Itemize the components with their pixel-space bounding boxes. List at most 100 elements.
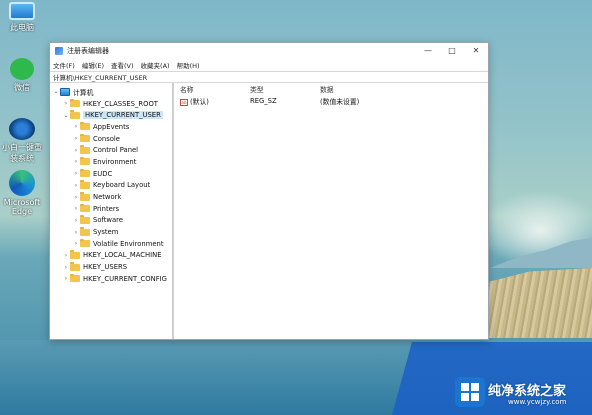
tree-node-label: Environment (93, 157, 137, 166)
folder-icon (80, 121, 90, 131)
desktop-icon-label: 此电脑 (10, 23, 34, 32)
chevron-right-icon[interactable]: › (62, 252, 70, 259)
chevron-right-icon[interactable]: › (72, 240, 80, 247)
edge-icon (9, 170, 35, 196)
folder-icon (70, 98, 80, 108)
folder-icon (70, 250, 80, 259)
desktop-icon-edge[interactable]: Microsoft Edge (0, 170, 44, 216)
chevron-right-icon[interactable]: › (72, 147, 80, 154)
address-bar[interactable]: 计算机\HKEY_CURRENT_USER (50, 71, 488, 83)
chevron-right-icon[interactable]: › (72, 217, 80, 224)
chevron-right-icon[interactable]: › (72, 182, 80, 189)
tree-node[interactable]: › Volatile Environment (50, 238, 172, 250)
menu-help[interactable]: 帮助(H) (177, 60, 200, 70)
background-grass (488, 268, 592, 338)
values-header: 名称 类型 数据 (174, 83, 488, 95)
computer-icon (60, 87, 70, 96)
maximize-button[interactable]: □ (440, 43, 464, 58)
tree-node-label: Printers (93, 204, 120, 213)
value-data: (数值未设置) (320, 98, 360, 106)
tree-node[interactable]: › Software (50, 215, 172, 227)
tree-node-label: Keyboard Layout (93, 181, 151, 190)
tree-node[interactable]: › HKEY_CLASSES_ROOT (50, 98, 172, 110)
chevron-right-icon[interactable]: › (72, 158, 80, 165)
tree-node[interactable]: › Environment (50, 156, 172, 168)
folder-icon (80, 192, 90, 201)
chevron-right-icon[interactable]: › (72, 205, 80, 212)
tree-node-label: HKEY_USERS (83, 263, 128, 272)
menu-file[interactable]: 文件(F) (53, 60, 75, 70)
desktop-icon-this-pc[interactable]: 此电脑 (2, 2, 42, 33)
values-pane: 名称 类型 数据 ab (默认) REG_SZ (数值未设置) (174, 83, 488, 339)
tree-node-label: HKEY_LOCAL_MACHINE (83, 251, 162, 260)
desktop-icon-wechat[interactable]: 微信 (2, 58, 42, 93)
chevron-right-icon[interactable]: › (72, 135, 80, 142)
column-header-type[interactable]: 类型 (250, 84, 320, 94)
chevron-right-icon[interactable]: › (72, 229, 80, 236)
tree-node[interactable]: › HKEY_LOCAL_MACHINE (50, 250, 172, 262)
tree-node[interactable]: › EUDC (50, 168, 172, 180)
chevron-right-icon[interactable]: › (72, 194, 80, 201)
folder-icon (80, 133, 90, 143)
menu-view[interactable]: 查看(V) (111, 60, 134, 70)
value-name-cell: ab (默认) (180, 96, 250, 106)
folder-icon (80, 145, 90, 154)
tree-node[interactable]: ⌄ 计算机 (50, 86, 172, 98)
watermark-logo-icon (455, 377, 485, 407)
tree-node-label: Control Panel (93, 146, 139, 155)
tree-node[interactable]: › Keyboard Layout (50, 180, 172, 192)
chevron-right-icon[interactable]: › (62, 100, 70, 107)
minimize-button[interactable]: — (416, 43, 440, 58)
tree-node-label: Console (93, 134, 120, 143)
folder-icon (70, 262, 80, 271)
folder-icon (80, 238, 90, 248)
folder-icon (80, 168, 90, 178)
folder-icon (80, 156, 90, 166)
menu-edit[interactable]: 编辑(E) (82, 60, 104, 70)
tree-node[interactable]: › Control Panel (50, 144, 172, 156)
folder-icon (80, 203, 90, 213)
tree-node-label: Network (93, 193, 122, 202)
tree-node-label: HKEY_CLASSES_ROOT (83, 99, 158, 108)
column-header-data[interactable]: 数据 (320, 84, 488, 94)
chevron-right-icon[interactable]: › (72, 123, 80, 130)
desktop-icon-label: 微信 (14, 83, 30, 92)
tree-node-label: System (93, 228, 119, 237)
chevron-right-icon[interactable]: › (62, 275, 70, 282)
tree-node-label: EUDC (93, 169, 113, 178)
folder-icon (80, 180, 90, 189)
menu-favorites[interactable]: 收藏夹(A) (141, 60, 170, 70)
tree-node[interactable]: › System (50, 226, 172, 238)
tree-node-label: 计算机 (73, 88, 94, 97)
chevron-right-icon[interactable]: › (62, 264, 70, 271)
reinstall-app-icon (9, 118, 35, 140)
chevron-down-icon[interactable]: ⌄ (62, 112, 70, 119)
address-path[interactable]: 计算机\HKEY_CURRENT_USER (53, 72, 147, 82)
menu-bar: 文件(F) 编辑(E) 查看(V) 收藏夹(A) 帮助(H) (50, 58, 488, 71)
close-button[interactable]: ✕ (464, 43, 488, 58)
tree-node-label: Software (93, 216, 123, 225)
folder-icon (70, 273, 80, 283)
tree-node[interactable]: ⌄ HKEY_CURRENT_USER (50, 109, 172, 121)
chevron-right-icon[interactable]: › (72, 170, 80, 177)
tree-node[interactable]: › Network (50, 191, 172, 203)
tree-node[interactable]: › AppEvents (50, 121, 172, 133)
string-value-icon: ab (180, 98, 188, 106)
value-row[interactable]: ab (默认) REG_SZ (数值未设置) (174, 95, 488, 107)
tree-node[interactable]: › Printers (50, 203, 172, 215)
column-header-name[interactable]: 名称 (180, 84, 250, 94)
title-bar[interactable]: 注册表编辑器 — □ ✕ (50, 43, 488, 58)
registry-tree: ⌄ 计算机 › HKEY_CLASSES_ROOT ⌄ HKEY_CURRENT_USER… (50, 83, 174, 339)
desktop-icon-reinstall[interactable]: 小白一键重装系统 (2, 118, 42, 164)
tree-node[interactable]: › HKEY_USERS (50, 261, 172, 273)
folder-icon (80, 215, 90, 224)
tree-node-label: AppEvents (93, 122, 130, 131)
desktop-icon-label: 小白一键重装系统 (2, 143, 42, 163)
tree-node[interactable]: › HKEY_CURRENT_CONFIG (50, 273, 172, 285)
content-area: ⌄ 计算机 › HKEY_CLASSES_ROOT ⌄ HKEY_CURRENT_USER… (50, 83, 488, 339)
tree-node[interactable]: › Console (50, 133, 172, 145)
monitor-icon (9, 2, 35, 20)
regedit-icon (55, 46, 63, 55)
chevron-down-icon[interactable]: ⌄ (52, 88, 60, 95)
window-title: 注册表编辑器 (67, 46, 109, 55)
